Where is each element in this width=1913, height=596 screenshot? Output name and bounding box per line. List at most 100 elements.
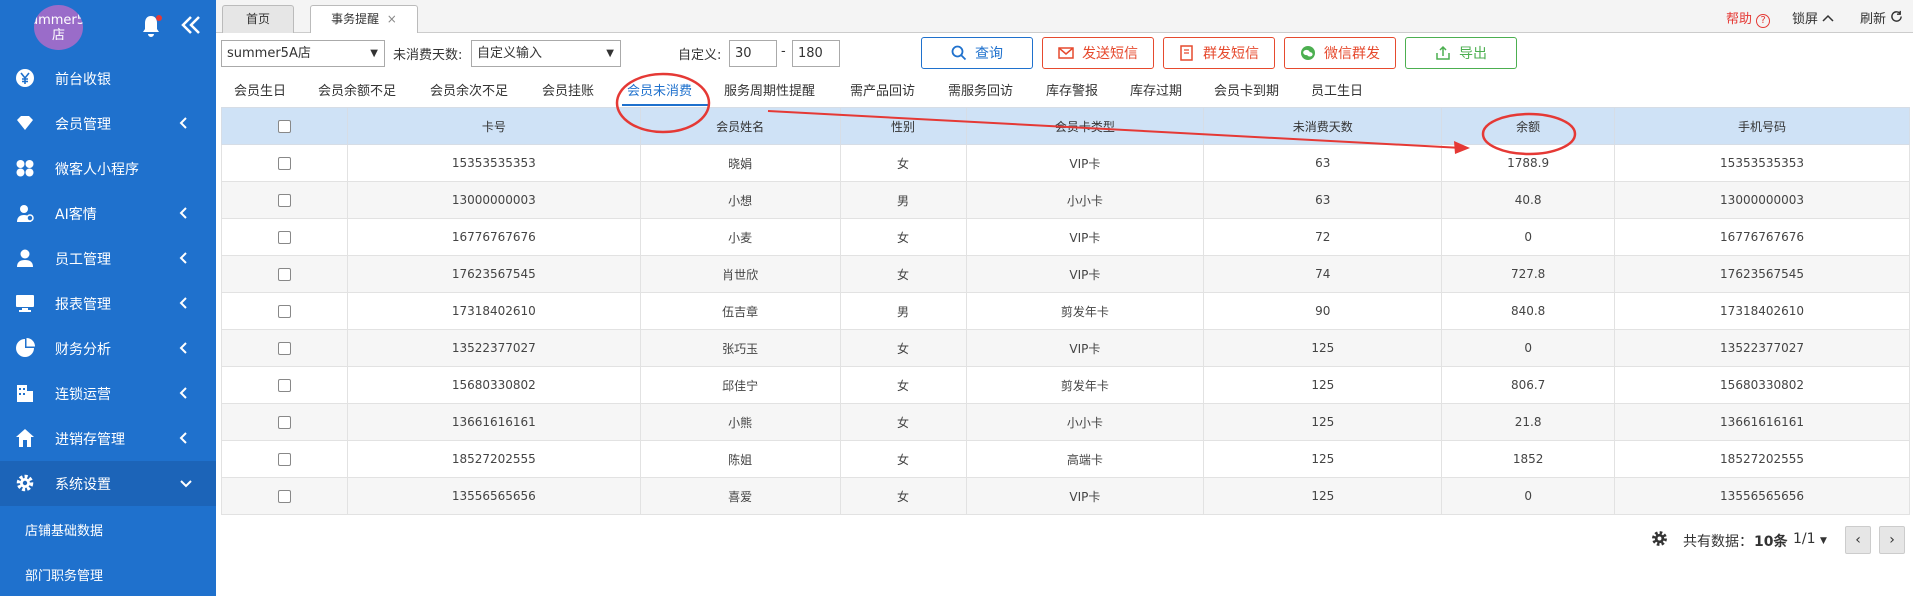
table-cell: 0: [1441, 329, 1616, 367]
table-row[interactable]: 18527202555 陈姐女高端卡 125 1852 18527202555: [221, 440, 1910, 478]
table-row[interactable]: 16776767676 小麦女 VIP卡 72 0 16776767676: [221, 218, 1910, 256]
row-select-cell[interactable]: [221, 403, 348, 441]
total-count: 10条: [1754, 534, 1788, 550]
row-checkbox[interactable]: [277, 268, 291, 281]
next-page-button[interactable]: ›: [1879, 526, 1905, 554]
column-header[interactable]: 会员卡类型: [965, 107, 1205, 145]
row-select-cell[interactable]: [221, 181, 348, 219]
row-select-cell[interactable]: [221, 144, 348, 182]
subtab-member-birthday[interactable]: 会员生日: [234, 80, 286, 99]
sidebar-item-finance[interactable]: 财务分析: [0, 326, 216, 371]
row-select-cell[interactable]: [221, 329, 348, 367]
sidebar-item-reports[interactable]: 报表管理: [0, 281, 216, 326]
table-cell: 小小卡: [965, 181, 1205, 219]
submenu-department[interactable]: 部门职务管理: [0, 551, 216, 596]
group-sms-button[interactable]: 群发短信: [1163, 37, 1275, 69]
export-icon: [1436, 45, 1450, 60]
subtab-card-expire[interactable]: 会员卡到期: [1214, 80, 1279, 99]
table-row[interactable]: 13661616161 小熊女小小卡 125 21.8 13661616161: [221, 403, 1910, 441]
row-checkbox[interactable]: [277, 194, 291, 207]
select-all-cell[interactable]: [221, 107, 348, 145]
sidebar-item-staff[interactable]: 员工管理: [0, 236, 216, 281]
lock-screen-button[interactable]: 锁屏: [1792, 8, 1834, 27]
sidebar-item-label: 员工管理: [55, 252, 111, 268]
row-select-cell[interactable]: [221, 218, 348, 256]
row-checkbox[interactable]: [277, 379, 291, 392]
select-all-checkbox[interactable]: [277, 120, 291, 133]
subtab-service-followup[interactable]: 需服务回访: [948, 80, 1013, 99]
subtab-low-times[interactable]: 会员余次不足: [430, 80, 508, 99]
table-cell: 125: [1203, 477, 1443, 515]
subtab-no-consumption[interactable]: 会员未消费: [627, 80, 692, 99]
row-checkbox[interactable]: [277, 342, 291, 355]
table-cell: 13522377027: [1614, 329, 1910, 367]
table-cell: 女: [839, 403, 967, 441]
table-row[interactable]: 13000000003 小想男小小卡 63 40.8 13000000003: [221, 181, 1910, 219]
sidebar-item-member[interactable]: 会员管理: [0, 101, 216, 146]
refresh-icon: [1891, 10, 1902, 22]
row-select-cell[interactable]: [221, 440, 348, 478]
settings-gear-icon[interactable]: [1651, 530, 1668, 547]
row-select-cell[interactable]: [221, 366, 348, 404]
sidebar-item-cashier[interactable]: 前台收银: [0, 56, 216, 101]
days-from-input[interactable]: 30: [729, 40, 777, 67]
send-sms-button[interactable]: 发送短信: [1042, 37, 1154, 69]
sidebar-item-chain[interactable]: 连锁运营: [0, 371, 216, 416]
table-cell: 125: [1203, 366, 1443, 404]
refresh-button[interactable]: 刷新: [1860, 8, 1903, 27]
subtab-low-balance[interactable]: 会员余额不足: [318, 80, 396, 99]
column-header[interactable]: 未消费天数: [1203, 107, 1443, 145]
table-cell: 小小卡: [965, 403, 1205, 441]
row-checkbox[interactable]: [277, 416, 291, 429]
sidebar-item-label: 会员管理: [55, 117, 111, 133]
table-row[interactable]: 17318402610 伍吉章男剪发年卡 90 840.8 17318402610: [221, 292, 1910, 330]
wechat-broadcast-button[interactable]: 微信群发: [1284, 37, 1396, 69]
row-checkbox[interactable]: [277, 453, 291, 466]
column-header[interactable]: 手机号码: [1614, 107, 1910, 145]
table-row[interactable]: 17623567545 肖世欣女 VIP卡 74 727.8 17623567545: [221, 255, 1910, 293]
submenu-store-data[interactable]: 店铺基础数据: [0, 506, 216, 551]
column-header[interactable]: 性别: [839, 107, 967, 145]
subtab-credit[interactable]: 会员挂账: [542, 80, 594, 99]
close-icon[interactable]: ×: [387, 12, 397, 26]
store-select[interactable]: summer5A店 ▼: [221, 40, 385, 67]
table-cell: VIP卡: [965, 329, 1205, 367]
subtab-staff-birthday[interactable]: 员工生日: [1311, 80, 1363, 99]
table-row[interactable]: 15680330802 邱佳宁女剪发年卡 125 806.7 15680330802: [221, 366, 1910, 404]
column-header[interactable]: 会员姓名: [639, 107, 841, 145]
prev-page-button[interactable]: ‹: [1845, 526, 1871, 554]
row-checkbox[interactable]: [277, 157, 291, 170]
subtab-stock-expired[interactable]: 库存过期: [1130, 80, 1182, 99]
sidebar-item-settings[interactable]: 系统设置: [0, 461, 216, 506]
sidebar-item-inventory[interactable]: 进销存管理: [0, 416, 216, 461]
help-link[interactable]: 帮助 ?: [1726, 8, 1771, 28]
sidebar-item-ai[interactable]: AI客情: [0, 191, 216, 236]
person-icon: [17, 249, 33, 267]
column-header[interactable]: 余额: [1441, 107, 1616, 145]
export-button[interactable]: 导出: [1405, 37, 1517, 69]
row-checkbox[interactable]: [277, 490, 291, 503]
tab-home[interactable]: 首页: [222, 5, 294, 33]
table-row[interactable]: 13556565656 喜爱女 VIP卡 125 0 13556565656: [221, 477, 1910, 515]
query-button[interactable]: 查询: [921, 37, 1033, 69]
row-select-cell[interactable]: [221, 292, 348, 330]
collapse-sidebar-icon[interactable]: [180, 12, 202, 38]
days-select[interactable]: 自定义输入 ▼: [471, 40, 621, 67]
subtab-stock-alert[interactable]: 库存警报: [1046, 80, 1098, 99]
table-row[interactable]: 15353535353 晓娟女 VIP卡 63 1788.9 15353535353: [221, 144, 1910, 182]
row-select-cell[interactable]: [221, 255, 348, 293]
page-indicator[interactable]: 1/1 ▼: [1793, 531, 1827, 547]
avatar[interactable]: summer5A店: [34, 5, 83, 50]
top-bar: [216, 0, 1913, 33]
sidebar-item-miniprogram[interactable]: 微客人小程序: [0, 146, 216, 191]
column-header[interactable]: 卡号: [346, 107, 641, 145]
table-cell: 男: [839, 292, 967, 330]
row-select-cell[interactable]: [221, 477, 348, 515]
days-to-input[interactable]: 180: [792, 40, 840, 67]
row-checkbox[interactable]: [277, 231, 291, 244]
subtab-product-followup[interactable]: 需产品回访: [850, 80, 915, 99]
table-row[interactable]: 13522377027 张巧玉女 VIP卡 125 0 13522377027: [221, 329, 1910, 367]
row-checkbox[interactable]: [277, 305, 291, 318]
tab-reminders[interactable]: 事务提醒 ×: [310, 5, 418, 33]
subtab-service-cycle[interactable]: 服务周期性提醒: [724, 80, 815, 99]
